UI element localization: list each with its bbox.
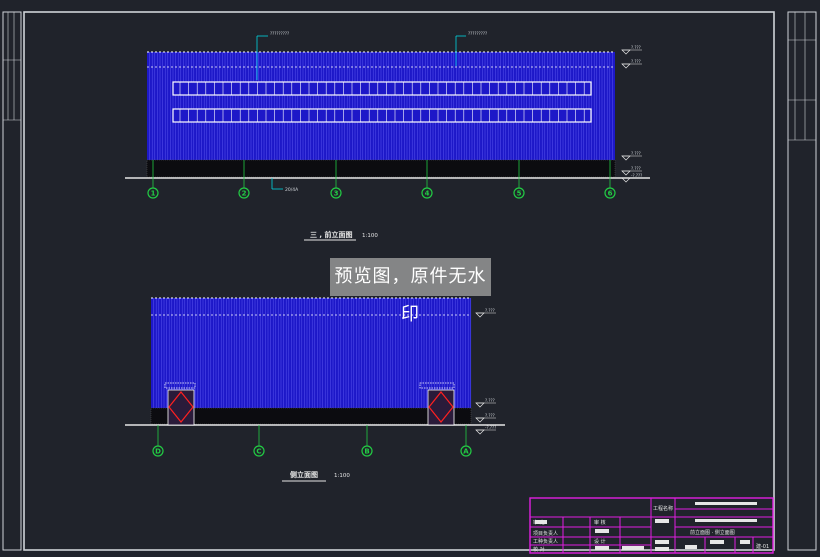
- front-axis-label-4: 4: [425, 189, 430, 197]
- front-axis-label-5: 5: [517, 189, 522, 197]
- front-level-0: ?.???: [631, 45, 641, 50]
- title-block-role-right-1: 审 核: [594, 519, 606, 526]
- front-level-4: -?.???: [631, 173, 642, 178]
- title-block-role-right-2: 设 计: [594, 538, 606, 545]
- front-callout-text-1: ?????????: [270, 31, 289, 36]
- front-level-2: ?.???: [631, 151, 641, 156]
- title-block-drawing-name: 前立面图 · 侧立面图: [690, 529, 735, 536]
- title-block-role-3: 工种负责人: [533, 538, 558, 545]
- side-level-1: ?.???: [485, 398, 495, 403]
- side-level-2: ?.???: [485, 413, 495, 418]
- side-axis-label-C: C: [256, 447, 261, 455]
- front-axis-label-6: 6: [608, 189, 613, 197]
- front-elevation-scale: 1:100: [362, 233, 378, 239]
- title-block-role-4: 校 对: [533, 546, 545, 553]
- side-elevation: D C B A ?.????.????.??? -?.??? 侧立面图 1:100: [125, 297, 505, 482]
- side-level-markers: ?.????.????.??? -?.???: [475, 308, 496, 435]
- front-base-wall: [146, 159, 616, 178]
- front-callout-text-2: ?????????: [468, 31, 487, 36]
- side-elevation-scale: 1:100: [334, 473, 350, 479]
- title-block-role-2: 项目负责人: [533, 530, 558, 537]
- side-axis-label-A: A: [463, 447, 469, 455]
- front-elevation-title: 三 , 前立面图: [310, 230, 353, 239]
- preview-watermark: 预览图，原件无水印: [330, 258, 491, 325]
- front-axis-label-2: 2: [242, 189, 247, 197]
- front-dim-tag: 20/4A: [285, 187, 299, 193]
- title-block-project-label: 工程名称: [653, 505, 673, 512]
- side-elevation-title: 侧立面图: [290, 470, 318, 479]
- side-axis-label-B: B: [364, 447, 369, 455]
- front-axis-label-1: 1: [151, 189, 156, 197]
- side-level-3: -?.???: [485, 425, 496, 430]
- front-level-1: ?.???: [631, 59, 641, 64]
- side-axis-markers: DCBA: [152, 425, 472, 457]
- front-axis-label-3: 3: [334, 189, 339, 197]
- title-block-drawing-no: 建-01: [756, 543, 769, 550]
- side-facade-panel: [151, 298, 471, 408]
- side-level-0: ?.???: [485, 308, 495, 313]
- front-window-strip-upper: [172, 81, 592, 96]
- side-axis-label-D: D: [155, 447, 161, 455]
- front-level-3: ?.???: [631, 166, 641, 171]
- front-level-markers: ?.????.????.????.??? -?.???: [621, 45, 642, 183]
- front-window-strip-lower: [172, 108, 592, 123]
- side-base-wall: [150, 407, 472, 425]
- title-block: [529, 497, 774, 554]
- front-elevation: ????????? ????????? 20/4A 1 2 3 4 5 6 ?.????.…: [125, 31, 650, 241]
